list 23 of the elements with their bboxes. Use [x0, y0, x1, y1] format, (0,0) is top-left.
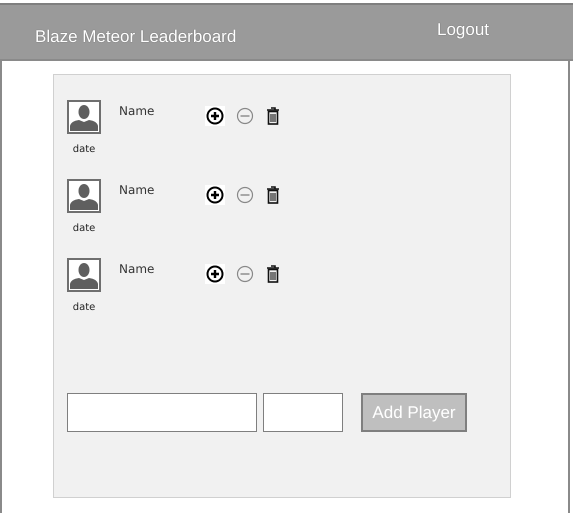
- trash-icon[interactable]: [265, 185, 281, 205]
- player-name: Name: [119, 262, 156, 276]
- avatar-icon: [67, 258, 101, 292]
- avatar-icon: [67, 100, 101, 134]
- add-icon[interactable]: [205, 106, 225, 126]
- name-field[interactable]: [67, 393, 257, 432]
- player-date: date: [72, 223, 96, 235]
- avatar-icon: [67, 179, 101, 213]
- remove-icon[interactable]: [235, 264, 255, 284]
- logout-link[interactable]: Logout: [437, 20, 489, 40]
- app-title: Blaze Meteor Leaderboard: [35, 27, 236, 47]
- add-icon[interactable]: [205, 185, 225, 205]
- trash-icon[interactable]: [265, 264, 281, 284]
- player-date: date: [72, 144, 96, 156]
- player-date: date: [72, 302, 96, 314]
- remove-icon[interactable]: [235, 106, 255, 126]
- player-name: Name: [119, 183, 156, 197]
- add-icon[interactable]: [205, 264, 225, 284]
- trash-icon[interactable]: [265, 106, 281, 126]
- player-name: Name: [119, 104, 156, 118]
- add-player-button[interactable]: Add Player: [361, 393, 467, 432]
- score-field[interactable]: [263, 393, 343, 432]
- remove-icon[interactable]: [235, 185, 255, 205]
